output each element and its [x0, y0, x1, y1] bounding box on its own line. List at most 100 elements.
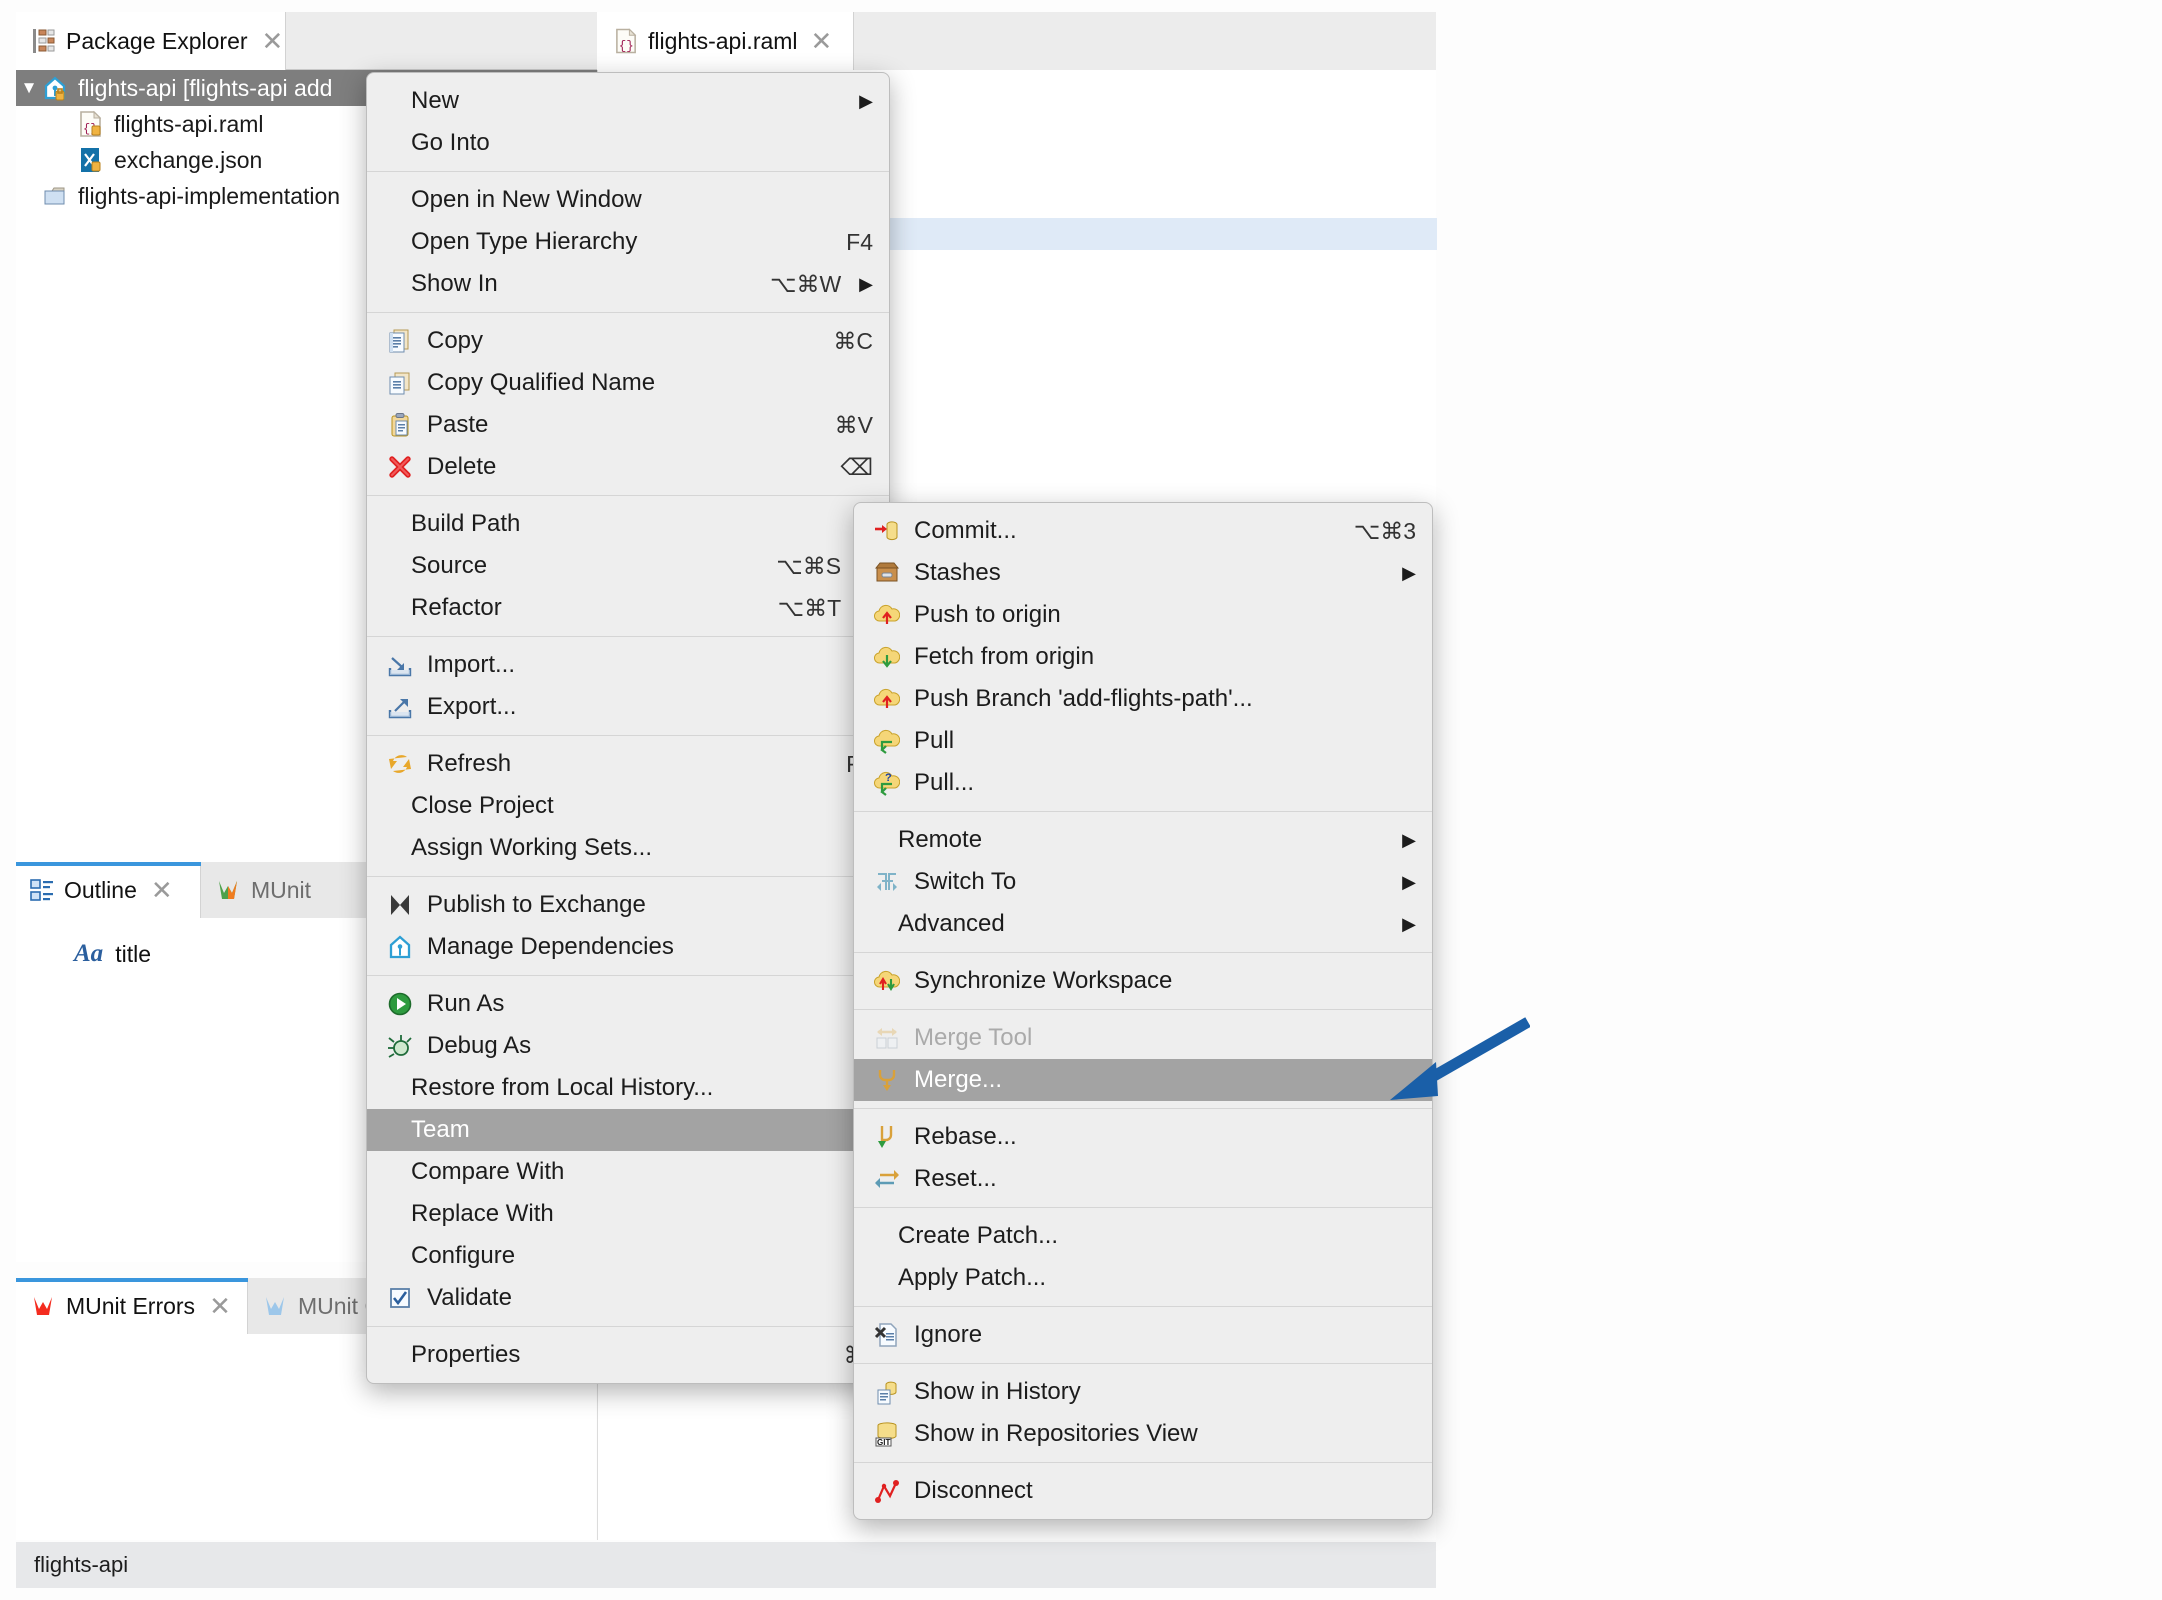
menu-item[interactable]: Switch To ▶: [854, 861, 1432, 903]
menu-item[interactable]: Properties⌘I: [367, 1334, 889, 1376]
menu-item-label: Show in History: [914, 1378, 1081, 1405]
menu-item[interactable]: Manage Dependencies: [367, 926, 889, 968]
close-icon[interactable]: ✕: [258, 28, 284, 54]
menu-item-label: Show In: [411, 270, 498, 297]
menu-item[interactable]: Open Type Hierarchy F4: [367, 221, 889, 263]
menu-item: Merge Tool: [854, 1017, 1432, 1059]
tree-row-label: exchange.json: [114, 146, 263, 173]
outline-item-title[interactable]: Aa title: [74, 940, 151, 968]
chevron-right-icon: ▶: [1402, 563, 1416, 583]
menu-item[interactable]: Advanced ▶: [854, 903, 1432, 945]
menu-item[interactable]: Build Path▶: [367, 503, 889, 545]
menu-item[interactable]: Assign Working Sets...: [367, 827, 889, 869]
tab-flights-api-raml[interactable]: {} flights-api.raml ✕: [597, 12, 854, 70]
menu-item-label: Show in Repositories View: [914, 1420, 1198, 1447]
checkbox-checked-icon: [385, 1285, 415, 1311]
menu-item-label: New: [411, 87, 460, 114]
menu-item[interactable]: Refactor⌥⌘T▶: [367, 587, 889, 629]
menu-item[interactable]: Create Patch...: [854, 1215, 1432, 1257]
menu-item[interactable]: Team▶: [367, 1109, 889, 1151]
fetch-icon: [872, 644, 902, 670]
copy-qualified-icon: [385, 370, 415, 396]
menu-separator: [367, 312, 889, 313]
close-icon[interactable]: ✕: [205, 1293, 231, 1319]
menu-item[interactable]: Synchronize Workspace: [854, 960, 1432, 1002]
outline-icon: [30, 878, 54, 902]
menu-item-label: Rebase...: [914, 1123, 1017, 1150]
menu-item[interactable]: Debug As▶: [367, 1025, 889, 1067]
menu-item[interactable]: Configure▶: [367, 1235, 889, 1277]
menu-item-label: Copy Qualified Name: [427, 369, 656, 396]
tab-package-explorer-label: Package Explorer: [66, 27, 248, 54]
menu-item[interactable]: Reset...: [854, 1158, 1432, 1200]
menu-item[interactable]: Show in History: [854, 1371, 1432, 1413]
mule-project-icon: [42, 75, 68, 101]
menu-item[interactable]: Show In ⌥⌘W ▶: [367, 263, 889, 305]
paste-icon: [385, 412, 415, 438]
menu-item[interactable]: Fetch from origin: [854, 636, 1432, 678]
menu-item[interactable]: Merge...: [854, 1059, 1432, 1101]
menu-item[interactable]: Push Branch 'add-flights-path'...: [854, 678, 1432, 720]
project-context-menu[interactable]: New ▶ Go Into Open in New Window Open Type H…: [366, 72, 890, 1384]
menu-item[interactable]: Copy Qualified Name: [367, 362, 889, 404]
menu-item[interactable]: Push to origin: [854, 594, 1432, 636]
menu-item-label: Delete: [427, 453, 497, 480]
menu-item[interactable]: New ▶: [367, 80, 889, 122]
menu-item[interactable]: Source⌥⌘S▶: [367, 545, 889, 587]
stashes-icon: [872, 560, 902, 586]
chevron-down-icon[interactable]: ▼: [16, 78, 42, 98]
team-submenu[interactable]: Commit... ⌥⌘3 Stashes ▶ Push to origin Fetch …: [853, 502, 1433, 1520]
menu-item[interactable]: Compare With▶: [367, 1151, 889, 1193]
close-icon[interactable]: ✕: [807, 28, 833, 54]
menu-item[interactable]: Commit... ⌥⌘3: [854, 510, 1432, 552]
menu-item-shortcut: ⌫: [840, 453, 873, 480]
editor-tabstrip: {} flights-api.raml ✕: [597, 12, 1436, 70]
exchange-icon: [385, 892, 415, 918]
close-icon[interactable]: ✕: [147, 877, 173, 903]
menu-item[interactable]: Paste ⌘V: [367, 404, 889, 446]
menu-item[interactable]: Rebase...: [854, 1116, 1432, 1158]
menu-item[interactable]: Disconnect: [854, 1470, 1432, 1512]
menu-item[interactable]: Ignore: [854, 1314, 1432, 1356]
menu-item[interactable]: Validate: [367, 1277, 889, 1319]
menu-item-label: Create Patch...: [898, 1222, 1059, 1249]
menu-item-label: Reset...: [914, 1165, 997, 1192]
menu-separator: [854, 811, 1432, 812]
tree-row-label: flights-api.raml: [114, 110, 264, 137]
aa-text-icon: Aa: [74, 940, 104, 967]
menu-item-label: Ignore: [914, 1321, 983, 1348]
svg-text:{}: {}: [619, 40, 634, 54]
tab-package-explorer[interactable]: Package Explorer ✕: [16, 12, 286, 70]
menu-item[interactable]: Restore from Local History...: [367, 1067, 889, 1109]
menu-item-label: Open in New Window: [411, 186, 642, 213]
menu-item[interactable]: Delete ⌫: [367, 446, 889, 488]
menu-item[interactable]: Stashes ▶: [854, 552, 1432, 594]
exchange-json-icon: [78, 146, 104, 174]
menu-item[interactable]: ? Pull...: [854, 762, 1432, 804]
menu-item[interactable]: Go Into: [367, 122, 889, 164]
menu-separator: [367, 495, 889, 496]
tab-munit-errors[interactable]: MUnit Errors ✕: [16, 1278, 248, 1334]
menu-separator: [854, 952, 1432, 953]
menu-item[interactable]: Apply Patch...: [854, 1257, 1432, 1299]
menu-separator: [854, 1009, 1432, 1010]
menu-item[interactable]: Replace With▶: [367, 1193, 889, 1235]
tab-munit[interactable]: MUnit: [201, 862, 371, 918]
menu-item[interactable]: Copy ⌘C: [367, 320, 889, 362]
menu-item[interactable]: Run As▶: [367, 983, 889, 1025]
menu-item[interactable]: Pull: [854, 720, 1432, 762]
menu-item[interactable]: Publish to Exchange: [367, 884, 889, 926]
menu-item-label: Switch To: [914, 868, 1017, 895]
menu-item[interactable]: Export...: [367, 686, 889, 728]
menu-item-label: Pull: [914, 727, 955, 754]
menu-item[interactable]: Close Project: [367, 785, 889, 827]
tab-outline[interactable]: Outline ✕: [16, 862, 201, 918]
menu-item[interactable]: Import...: [367, 644, 889, 686]
menu-item[interactable]: Open in New Window: [367, 179, 889, 221]
menu-item-label: Pull...: [914, 769, 975, 796]
folder-icon: [42, 183, 68, 209]
menu-item[interactable]: RefreshF5: [367, 743, 889, 785]
merge-tool-icon: [872, 1025, 902, 1051]
menu-item[interactable]: GIT Show in Repositories View: [854, 1413, 1432, 1455]
menu-item[interactable]: Remote ▶: [854, 819, 1432, 861]
